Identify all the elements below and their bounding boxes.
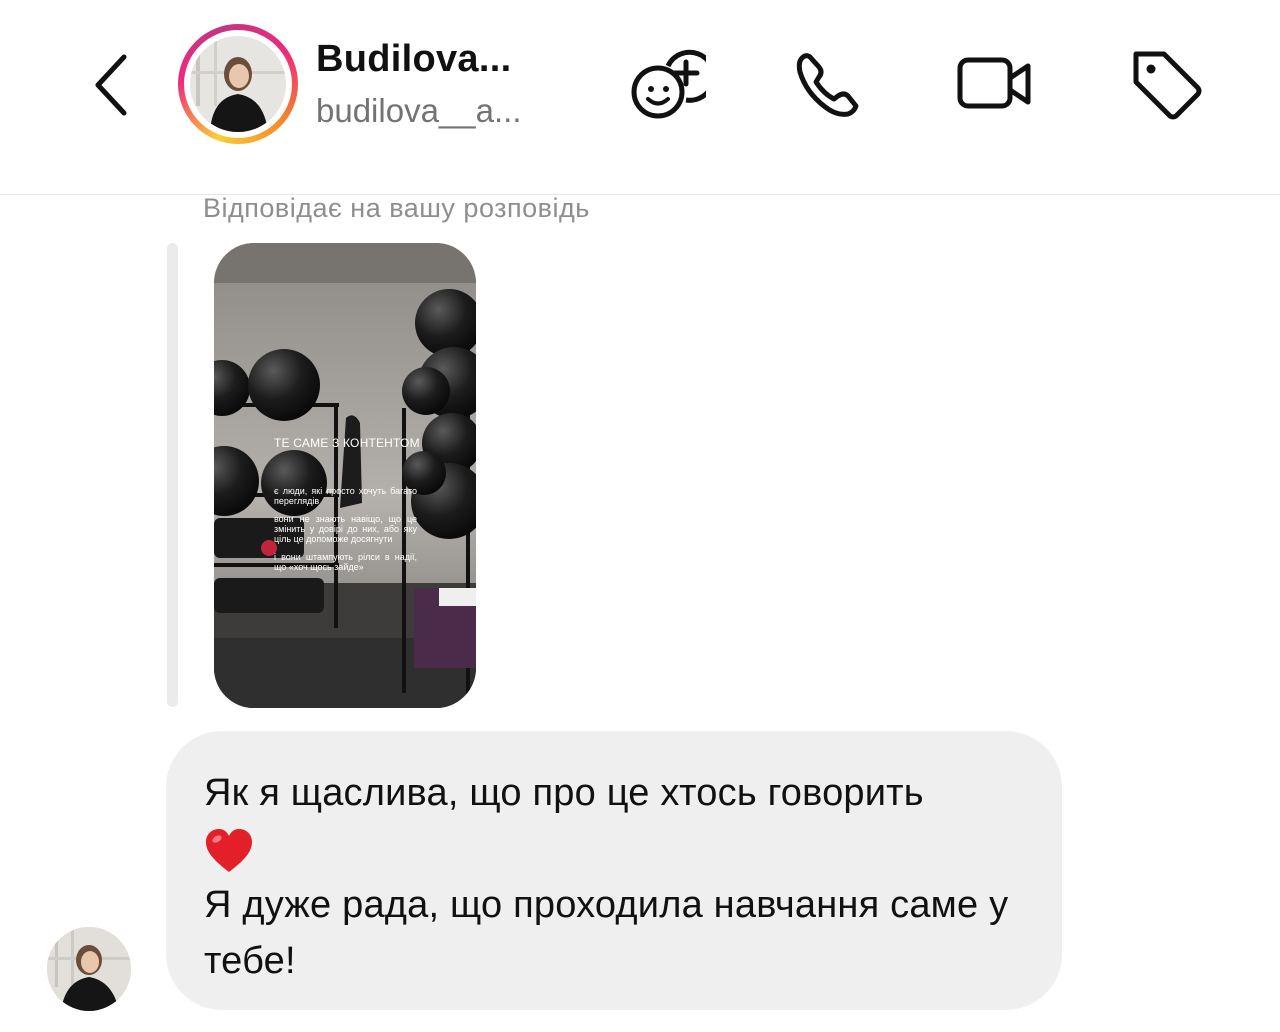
contact-display-name[interactable]: Budilova... xyxy=(316,38,511,81)
audio-call-button[interactable] xyxy=(788,44,868,124)
story-title: ТЕ САМЕ З КОНТЕНТОМ xyxy=(274,436,420,450)
chevron-left-icon xyxy=(95,54,127,116)
profile-avatar[interactable] xyxy=(178,24,298,144)
label-tag-button[interactable] xyxy=(1126,44,1206,124)
sender-avatar[interactable] xyxy=(47,927,131,1011)
message-text-line: Я дуже рада, що проходила навчання саме … xyxy=(204,884,1009,982)
story-line: є люди, які просто хочуть багато перегля… xyxy=(274,486,417,506)
story-preview[interactable]: ТЕ САМЕ З КОНТЕНТОМ є люди, які просто х… xyxy=(214,243,476,708)
contact-username[interactable]: budilova__a... xyxy=(316,92,522,130)
add-sticker-button[interactable] xyxy=(626,44,706,124)
video-call-button[interactable] xyxy=(954,44,1034,124)
message-text-line: Як я щаслива, що про це хтось говорить xyxy=(204,772,924,814)
tag-icon xyxy=(1133,51,1202,120)
sender-avatar-photo xyxy=(47,927,131,1011)
reply-to-story-caption: Відповідає на вашу розповідь xyxy=(203,193,590,223)
message-bubble[interactable]: Як я щаслива, що про це хтось говорить Я… xyxy=(166,731,1062,1010)
add-friend-sticker-icon xyxy=(631,49,706,119)
avatar-photo xyxy=(190,36,286,132)
message-emoji-line xyxy=(204,821,1026,877)
video-camera-icon xyxy=(957,57,1031,109)
heart-emoji-icon xyxy=(206,828,252,872)
story-image xyxy=(214,243,476,708)
back-button[interactable] xyxy=(80,45,140,125)
chat-header: Budilova... budilova__a... xyxy=(0,0,1280,195)
story-line: і вони штампують рілси в надії, що «хоч … xyxy=(274,552,417,572)
story-line: вони не знають навіщо, що це змінить у д… xyxy=(274,514,417,544)
phone-icon xyxy=(796,53,859,117)
reply-quote-bar xyxy=(167,243,178,707)
